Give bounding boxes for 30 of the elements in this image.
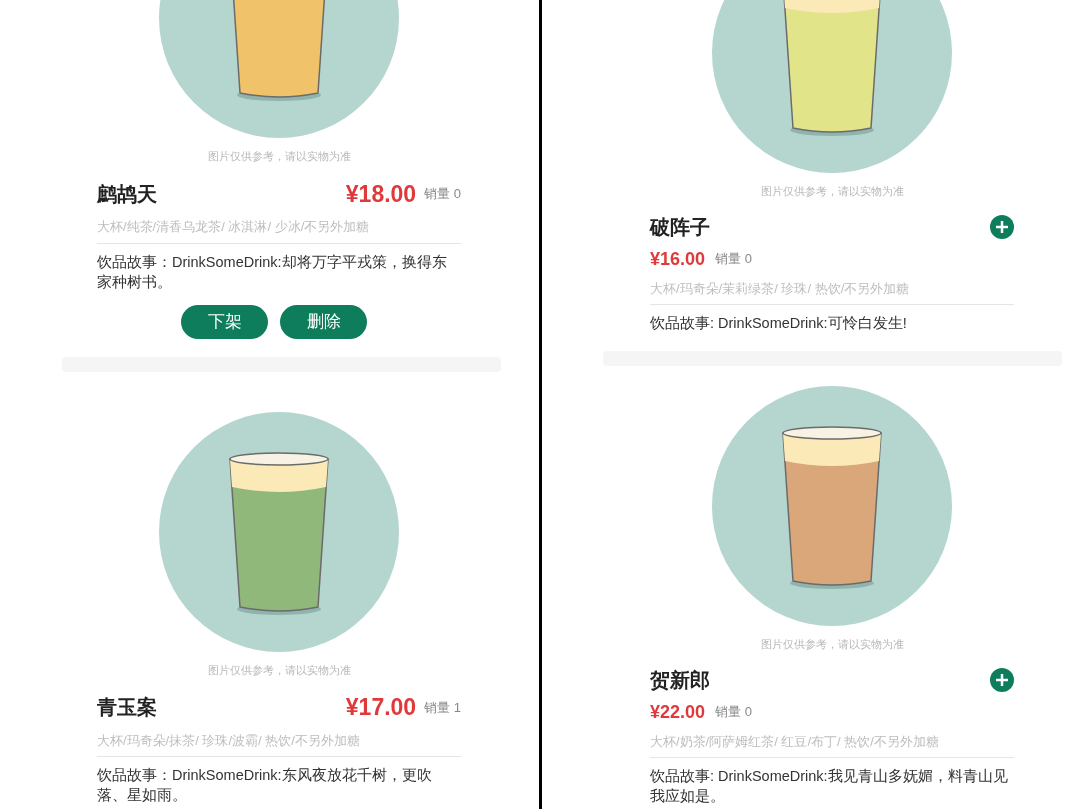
sales-count: 销量 0	[424, 185, 461, 203]
drink-story: 饮品故事: DrinkSomeDrink:可怜白发生!	[650, 314, 908, 333]
price: ¥18.00	[345, 179, 417, 209]
drink-name: 贺新郎	[650, 667, 710, 693]
price: ¥22.00	[650, 700, 706, 724]
price: ¥17.00	[345, 693, 417, 722]
image-disclaimer: 图片仅供参考，请以实物为准	[760, 637, 904, 652]
drink-story: 饮品故事：DrinkSomeDrink:东风夜放花千树，更吹落、星如雨。	[97, 766, 433, 805]
add-button[interactable]	[990, 214, 1014, 239]
image-disclaimer: 图片仅供参考，请以实物为准	[207, 662, 351, 678]
image-disclaimer: 图片仅供参考，请以实物为准	[207, 149, 351, 164]
drink-specs: 大杯/玛奇朵/抹茶/ 珍珠/波霸/ 热饮/不另外加糖	[97, 730, 461, 757]
drink-name: 破阵子	[650, 214, 710, 240]
sales-count: 销量 1	[424, 698, 461, 717]
sales-count: 销量 0	[715, 703, 752, 722]
action-button[interactable]: 删除	[280, 304, 367, 339]
drink-story: 饮品故事: DrinkSomeDrink:我见青山多妩媚，料青山见我应如是。	[650, 767, 1009, 806]
drink-story: 饮品故事：DrinkSomeDrink:却将万字平戎策，换得东家种树书。	[97, 252, 448, 292]
drink-name: 鹧鸪天	[97, 181, 157, 207]
image-disclaimer: 图片仅供参考，请以实物为准	[760, 184, 904, 199]
plus-icon	[995, 672, 1009, 687]
price: ¥16.00	[650, 247, 706, 271]
drink-specs: 大杯/纯茶/清香乌龙茶/ 冰淇淋/ 少冰/不另外加糖	[97, 217, 461, 244]
drink-specs: 大杯/玛奇朵/茉莉绿茶/ 珍珠/ 热饮/不另外加糖	[650, 278, 1014, 305]
drink-name: 青玉案	[97, 695, 157, 721]
action-button[interactable]: 下架	[181, 304, 268, 339]
plus-icon	[995, 219, 1009, 234]
add-button[interactable]	[990, 667, 1014, 692]
sales-count: 销量 0	[715, 250, 752, 269]
drink-specs: 大杯/奶茶/阿萨姆红茶/ 红豆/布丁/ 热饮/不另外加糖	[650, 731, 1014, 758]
